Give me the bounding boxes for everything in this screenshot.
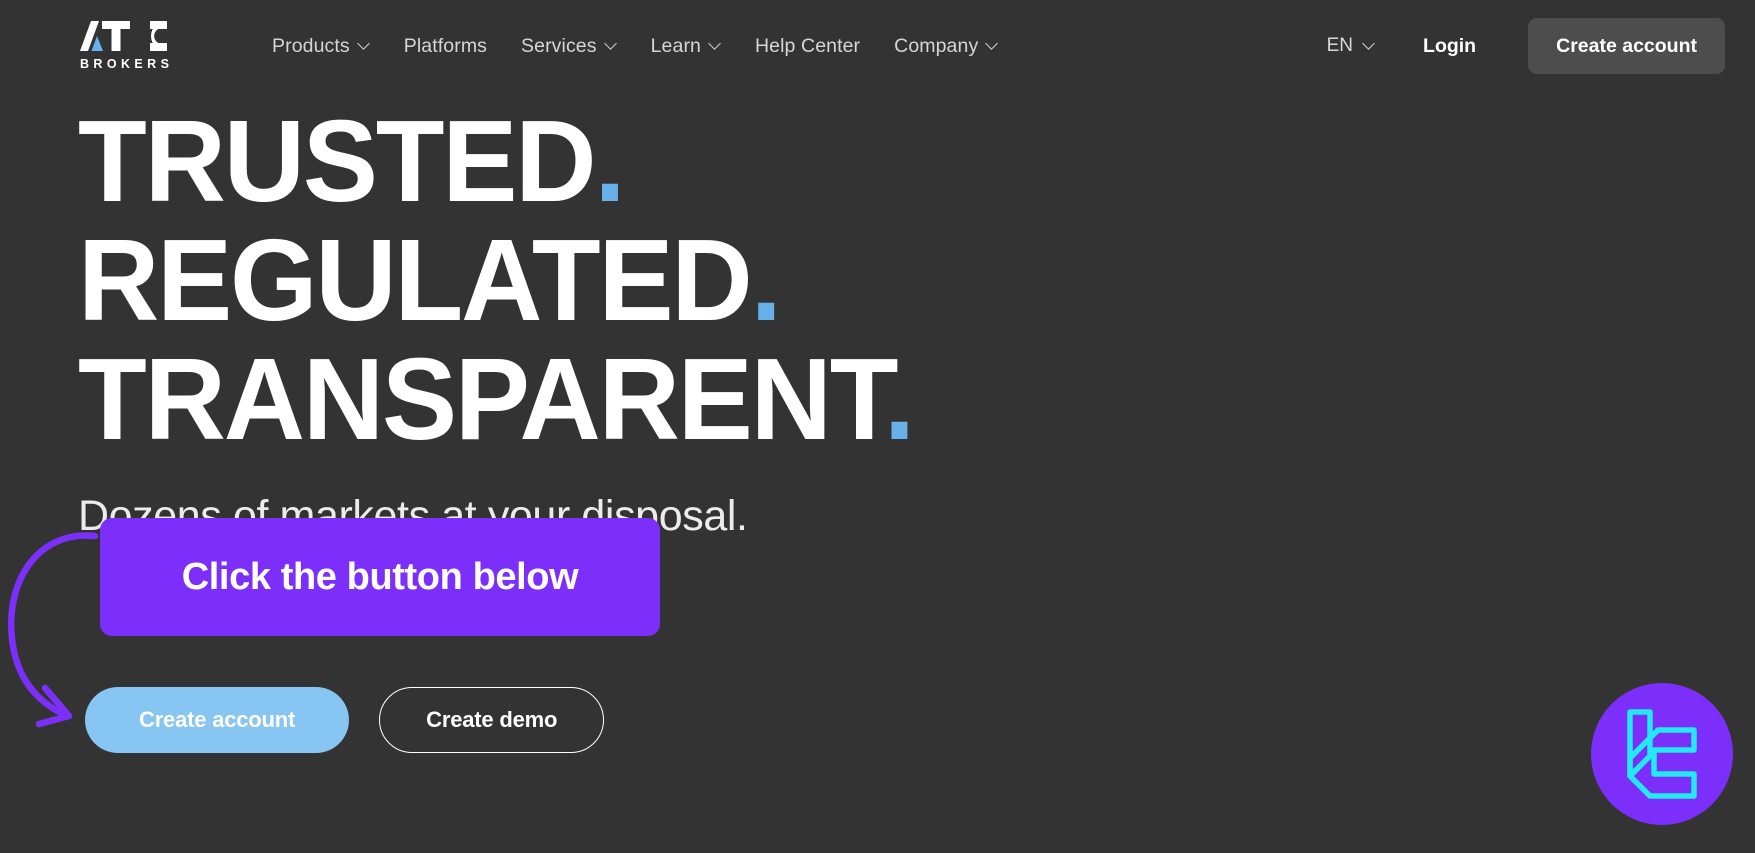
nav-item-products[interactable]: Products [270, 29, 372, 64]
nav-label: Company [894, 34, 979, 57]
headline-text: TRUSTED [78, 96, 597, 226]
svg-text:BROKERS: BROKERS [80, 57, 173, 71]
logo-mark: BROKERS [80, 21, 173, 71]
callout-tooltip: Click the button below [100, 518, 660, 636]
site-header: BROKERS Products Platforms Services Lear… [0, 0, 1755, 92]
nav-label: Platforms [403, 34, 488, 57]
headline-dot: . [750, 215, 782, 345]
chevron-down-icon [987, 39, 998, 50]
nav-label: Learn [650, 34, 701, 57]
language-selector[interactable]: EN [1327, 35, 1375, 57]
nav-item-services[interactable]: Services [519, 29, 619, 64]
atc-brokers-logo[interactable]: BROKERS [78, 18, 198, 74]
chevron-down-icon [359, 39, 370, 50]
callout-text: Click the button below [181, 555, 579, 598]
chat-widget-button[interactable] [1591, 683, 1733, 825]
language-label: EN [1326, 35, 1354, 56]
header-actions: EN Login Create account [1327, 18, 1725, 74]
nav-label: Products [272, 34, 350, 57]
main-navigation: Products Platforms Services Learn Help C… [270, 29, 1000, 64]
create-account-button[interactable]: Create account [85, 687, 350, 753]
nav-item-company[interactable]: Company [892, 29, 1000, 64]
widget-monogram-icon [1627, 709, 1697, 799]
header-create-account-button[interactable]: Create account [1528, 18, 1725, 74]
headline-text: TRANSPARENT [78, 334, 886, 464]
login-link[interactable]: Login [1423, 35, 1476, 58]
nav-item-platforms[interactable]: Platforms [402, 29, 489, 64]
chevron-down-icon [1364, 39, 1375, 50]
create-demo-button[interactable]: Create demo [379, 687, 605, 753]
headline-line-2: REGULATED. [78, 222, 1630, 338]
hero-headings: TRUSTED. REGULATED. TRANSPARENT. [78, 103, 1678, 460]
nav-label: Help Center [754, 34, 861, 57]
headline-dot: . [883, 334, 915, 464]
nav-label: Services [521, 34, 597, 57]
hero-cta-row: Create account Create demo [85, 687, 605, 753]
headline-line-1: TRUSTED. [78, 103, 1630, 219]
chevron-down-icon [606, 39, 617, 50]
chevron-down-icon [710, 39, 721, 50]
headline-dot: . [594, 96, 625, 226]
headline-text: REGULATED [78, 215, 753, 345]
headline-line-3: TRANSPARENT. [78, 341, 1630, 457]
nav-item-learn[interactable]: Learn [649, 29, 723, 64]
nav-item-help-center[interactable]: Help Center [753, 29, 862, 64]
